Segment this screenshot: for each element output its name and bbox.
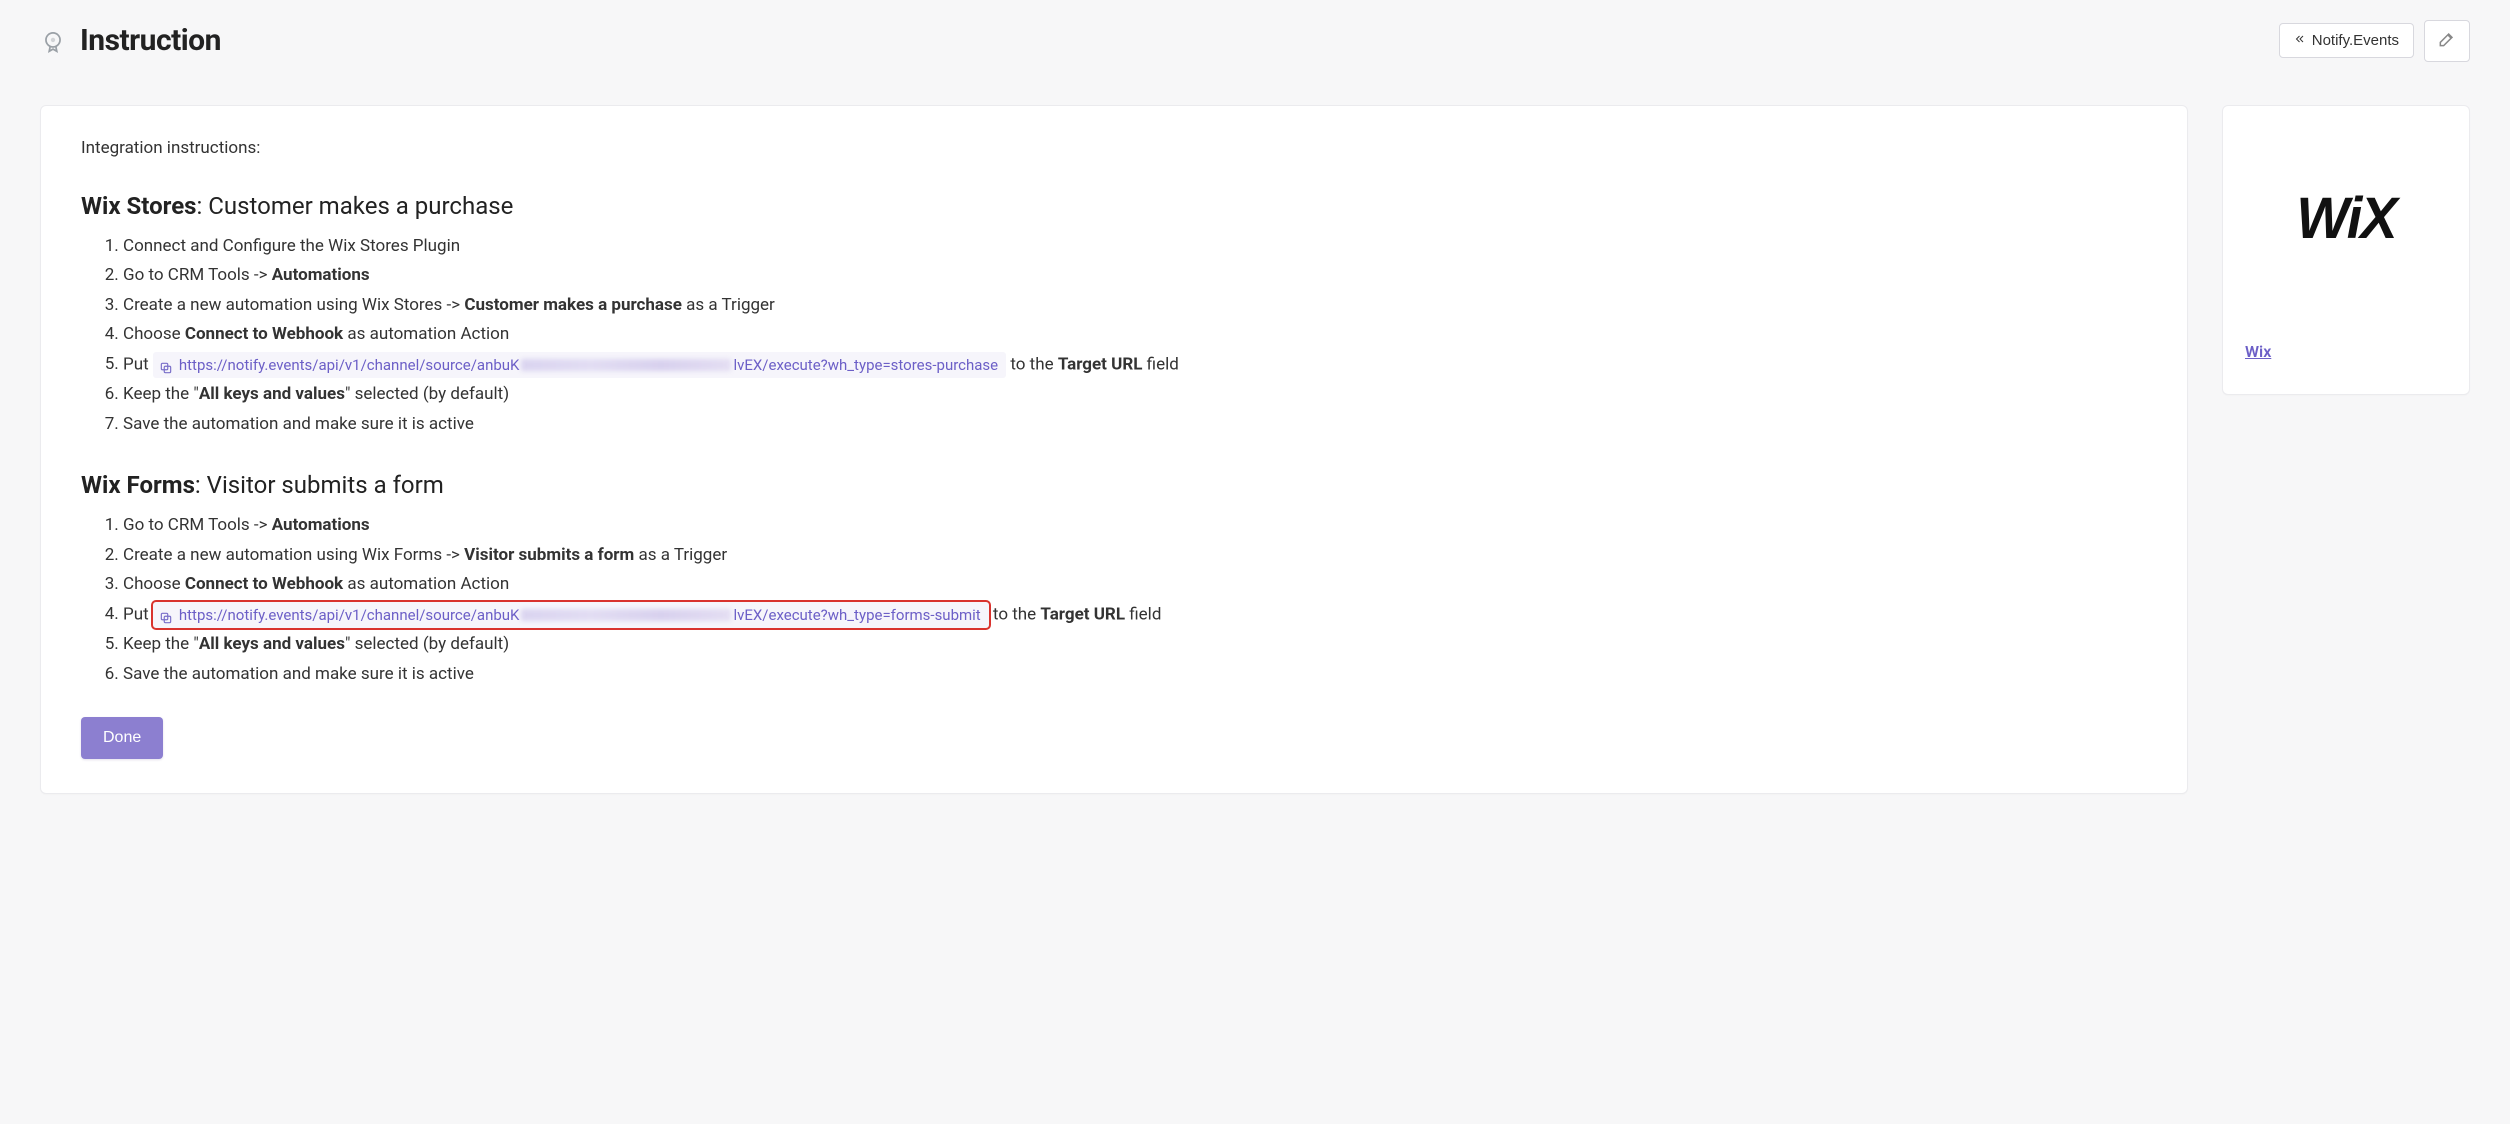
list-item: Save the automation and make sure it is … (123, 662, 2147, 688)
intro-text: Integration instructions: (81, 136, 2147, 162)
copy-icon (159, 608, 173, 622)
done-button-label: Done (103, 729, 141, 746)
instruction-card: Integration instructions: Wix Stores: Cu… (40, 105, 2188, 794)
url-text: lvEX/execute?wh_type=stores-purchase (733, 354, 998, 377)
done-button[interactable]: Done (81, 717, 163, 759)
url-text: https://notify.events/api/v1/channel/sou… (179, 604, 520, 627)
list-item: Connect and Configure the Wix Stores Plu… (123, 234, 2147, 260)
list-item: Create a new automation using Wix Forms … (123, 543, 2147, 569)
steps-list: Connect and Configure the Wix Stores Plu… (81, 234, 2147, 438)
sidebar-card: WiX Wix (2222, 105, 2470, 395)
list-item: Create a new automation using Wix Stores… (123, 293, 2147, 319)
steps-list: Go to CRM Tools -> Automations Create a n… (81, 513, 2147, 687)
back-button-label: Notify.Events (2312, 32, 2399, 49)
back-button[interactable]: Notify.Events (2279, 23, 2414, 58)
url-redacted (521, 359, 731, 371)
copy-icon (159, 358, 173, 372)
list-item: Go to CRM Tools -> Automations (123, 263, 2147, 289)
wix-logo: WiX (2245, 174, 2447, 262)
section-title: Wix Stores: Customer makes a purchase (81, 188, 2147, 224)
list-item: Put https://notify.events/api/v1/channel… (123, 602, 2147, 629)
url-copy-box[interactable]: https://notify.events/api/v1/channel/sou… (153, 352, 1006, 379)
wix-link[interactable]: Wix (2245, 342, 2271, 361)
list-item: Keep the "All keys and values" selected … (123, 382, 2147, 408)
list-item: Choose Connect to Webhook as automation … (123, 572, 2147, 598)
chevron-left-icon (2294, 32, 2306, 49)
url-text: https://notify.events/api/v1/channel/sou… (179, 354, 520, 377)
url-text: lvEX/execute?wh_type=forms-submit (733, 604, 980, 627)
edit-icon (2437, 29, 2457, 52)
page-title: Instruction (80, 18, 221, 63)
edit-button[interactable] (2424, 20, 2470, 62)
list-item: Go to CRM Tools -> Automations (123, 513, 2147, 539)
page-header: Instruction Notify.Events (40, 0, 2470, 71)
section-title: Wix Forms: Visitor submits a form (81, 467, 2147, 503)
instruction-icon (40, 28, 66, 54)
url-redacted (521, 609, 731, 621)
list-item: Save the automation and make sure it is … (123, 412, 2147, 438)
list-item: Choose Connect to Webhook as automation … (123, 322, 2147, 348)
list-item: Keep the "All keys and values" selected … (123, 632, 2147, 658)
list-item: Put https://notify.events/api/v1/channel… (123, 352, 2147, 379)
url-copy-box[interactable]: https://notify.events/api/v1/channel/sou… (153, 602, 989, 629)
